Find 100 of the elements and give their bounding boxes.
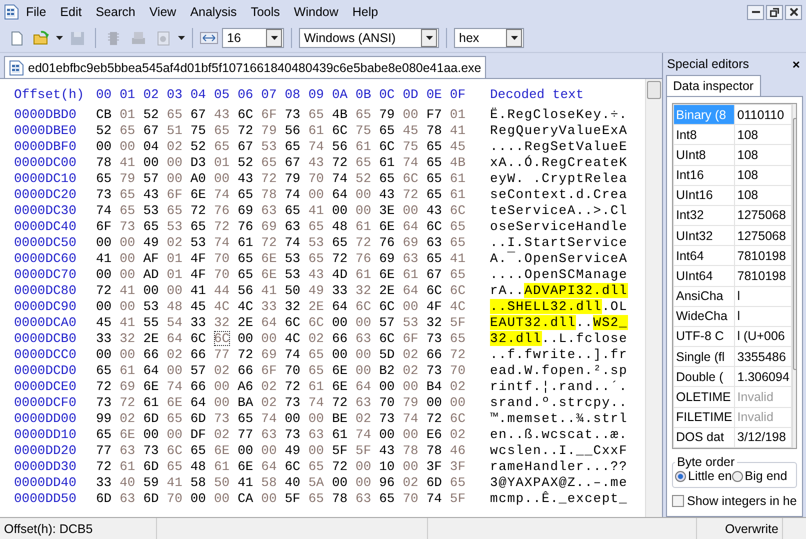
hex-byte[interactable]: 5D	[379, 347, 395, 362]
hex-byte[interactable]: 6F	[261, 363, 277, 378]
hex-byte[interactable]: 63	[356, 331, 372, 346]
hex-byte[interactable]: 00	[332, 347, 348, 362]
hex-byte[interactable]: 5A	[308, 475, 324, 490]
hex-byte[interactable]: 50	[284, 283, 300, 298]
hex-byte[interactable]: 00	[143, 155, 159, 170]
hex-byte[interactable]: 65	[379, 171, 395, 186]
hex-byte[interactable]: 3E	[379, 203, 395, 218]
hex-byte[interactable]: 45	[190, 299, 206, 314]
hex-byte[interactable]: 5F	[450, 491, 466, 506]
hex-byte[interactable]: 70	[379, 395, 395, 410]
hex-byte[interactable]: 64	[166, 331, 182, 346]
hex-byte[interactable]: 65	[308, 347, 324, 362]
hex-byte[interactable]: 6C	[426, 283, 442, 298]
hex-byte[interactable]: 2E	[379, 283, 395, 298]
hex-byte[interactable]: 00	[308, 443, 324, 458]
hex-byte[interactable]: 00	[120, 235, 136, 250]
hex-byte[interactable]: 72	[450, 347, 466, 362]
hex-byte[interactable]: 01	[166, 251, 182, 266]
minimize-button[interactable]	[747, 4, 764, 20]
hex-byte[interactable]: 00	[143, 427, 159, 442]
hex-byte[interactable]: 00	[120, 347, 136, 362]
hex-byte[interactable]: 64	[402, 283, 418, 298]
hex-byte[interactable]: 00	[120, 139, 136, 154]
hex-byte[interactable]: 43	[214, 107, 230, 122]
hex-byte[interactable]: 02	[308, 331, 324, 346]
hex-byte[interactable]: 75	[402, 139, 418, 154]
hex-byte[interactable]: 6C	[308, 315, 324, 330]
hex-byte[interactable]: 66	[332, 331, 348, 346]
hex-byte[interactable]: 56	[284, 123, 300, 138]
hex-byte[interactable]: 79	[284, 171, 300, 186]
hex-byte[interactable]: 63	[308, 427, 324, 442]
hex-byte[interactable]: 61	[402, 267, 418, 282]
hex-byte[interactable]: 48	[166, 299, 182, 314]
hex-byte[interactable]: 6C	[379, 331, 395, 346]
hex-byte[interactable]: 00	[450, 395, 466, 410]
hex-byte[interactable]: 6C	[426, 219, 442, 234]
hex-byte[interactable]: 72	[332, 395, 348, 410]
type-name[interactable]: UInt32	[674, 226, 735, 246]
hex-byte[interactable]: 5F	[450, 315, 466, 330]
hex-byte[interactable]: 48	[190, 459, 206, 474]
hex-byte[interactable]: 61	[450, 171, 466, 186]
hex-byte[interactable]: 65	[261, 155, 277, 170]
hex-byte[interactable]: 45	[96, 315, 112, 330]
hex-byte[interactable]: CA	[238, 491, 254, 506]
hex-byte[interactable]: 72	[261, 171, 277, 186]
hex-byte[interactable]: 46	[450, 443, 466, 458]
hex-byte[interactable]: 56	[238, 283, 254, 298]
hex-byte[interactable]: 66	[190, 379, 206, 394]
hex-byte[interactable]: 00	[332, 315, 348, 330]
hex-byte[interactable]: 00	[166, 363, 182, 378]
hex-byte[interactable]: 61	[120, 459, 136, 474]
hex-byte[interactable]: 41	[261, 283, 277, 298]
hex-byte[interactable]: 63	[356, 491, 372, 506]
hex-byte[interactable]: 50	[214, 475, 230, 490]
hex-byte[interactable]: 70	[166, 491, 182, 506]
hex-byte[interactable]: 6C	[450, 283, 466, 298]
hex-byte[interactable]: 6C	[190, 331, 206, 346]
hex-byte[interactable]: 73	[426, 363, 442, 378]
hex-byte[interactable]: 43	[379, 187, 395, 202]
type-name[interactable]: Double (	[674, 366, 735, 387]
hex-byte[interactable]: 61	[379, 155, 395, 170]
hex-byte[interactable]: 64	[261, 315, 277, 330]
hex-byte[interactable]: 63	[284, 219, 300, 234]
hex-byte[interactable]: 61	[450, 187, 466, 202]
hex-byte[interactable]: 00	[332, 203, 348, 218]
hex-byte[interactable]: 70	[284, 363, 300, 378]
hex-byte[interactable]: 72	[120, 395, 136, 410]
hex-byte[interactable]: 74	[402, 411, 418, 426]
hex-byte[interactable]: 63	[120, 443, 136, 458]
hex-byte[interactable]: 6E	[166, 395, 182, 410]
hex-byte[interactable]: 5F	[332, 443, 348, 458]
hex-byte[interactable]: 41	[166, 475, 182, 490]
hex-byte[interactable]: 53	[190, 235, 206, 250]
type-name[interactable]: UInt8	[674, 144, 735, 166]
hex-byte[interactable]: 33	[332, 283, 348, 298]
type-name[interactable]: Int16	[674, 165, 735, 186]
hex-byte[interactable]: 79	[379, 107, 395, 122]
type-name[interactable]: DOS dat	[674, 427, 735, 448]
hex-byte[interactable]: 33	[190, 315, 206, 330]
hex-byte[interactable]: 65	[284, 203, 300, 218]
hex-byte[interactable]: 32	[356, 283, 372, 298]
hex-byte[interactable]: 00	[96, 235, 112, 250]
hex-byte[interactable]: 6E	[190, 187, 206, 202]
hex-byte[interactable]: 63	[120, 491, 136, 506]
hex-byte[interactable]: 4B	[450, 155, 466, 170]
hex-byte[interactable]: 65	[450, 219, 466, 234]
hex-byte[interactable]: 57	[379, 315, 395, 330]
hex-byte[interactable]: 00	[356, 187, 372, 202]
hex-byte[interactable]: 61	[356, 219, 372, 234]
hex-byte[interactable]: 6C	[238, 107, 254, 122]
hex-byte[interactable]: 41	[450, 123, 466, 138]
hex-byte[interactable]: 5F	[284, 491, 300, 506]
hex-byte[interactable]: 74	[96, 203, 112, 218]
hex-byte[interactable]: 00	[96, 347, 112, 362]
hex-byte[interactable]: 43	[238, 171, 254, 186]
hex-byte[interactable]: 58	[190, 475, 206, 490]
hex-byte[interactable]: 32	[284, 299, 300, 314]
hex-byte[interactable]: 00	[166, 155, 182, 170]
